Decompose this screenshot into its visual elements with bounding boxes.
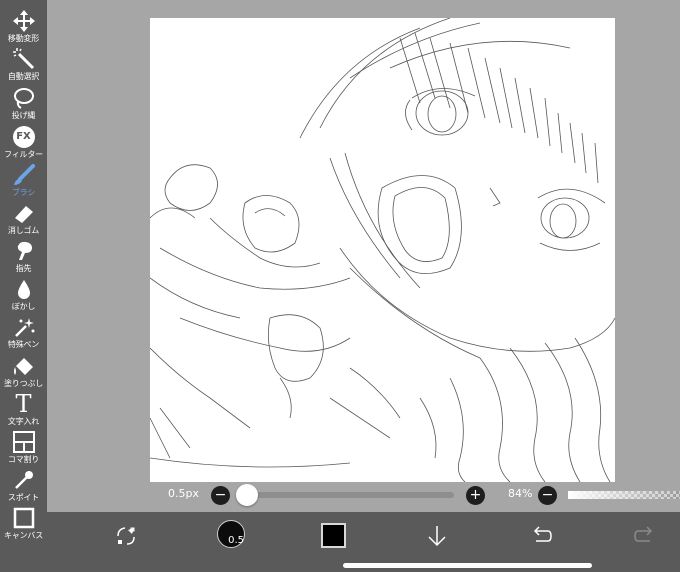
canvas-icon	[12, 506, 36, 530]
magic-wand-icon	[12, 47, 36, 71]
zoom-level-label: 84%	[508, 487, 533, 500]
brush-size-value: 0.5	[228, 535, 244, 546]
color-swatch-button[interactable]	[321, 523, 346, 548]
tool-filter[interactable]: FX フィルター	[0, 124, 47, 162]
opacity-slider[interactable]	[568, 491, 680, 499]
brush-size-increase-button[interactable]: +	[466, 486, 485, 505]
drawing-canvas[interactable]	[150, 18, 615, 482]
swap-color-icon[interactable]	[114, 524, 138, 548]
tool-fill[interactable]: 塗りつぶし	[0, 353, 47, 391]
tool-lasso[interactable]: 投げ縄	[0, 85, 47, 123]
tool-label: 消しゴム	[7, 226, 40, 235]
tool-label: 文字入れ	[7, 417, 40, 426]
brush-size-label: 0.5px	[168, 487, 199, 500]
tool-text[interactable]: T 文字入れ	[0, 391, 47, 429]
tool-auto-select[interactable]: 自動選択	[0, 46, 47, 84]
left-toolbar: 移動変形 自動選択 投げ縄 FX フィルター ブラシ 消しゴム 指先 ぼかし 特…	[0, 0, 47, 572]
smudge-finger-icon	[12, 239, 36, 263]
eyedropper-icon	[12, 468, 36, 492]
brush-size-slider-knob[interactable]	[236, 484, 258, 506]
tool-canvas[interactable]: キャンバス	[0, 505, 47, 543]
tool-smudge[interactable]: 指先	[0, 238, 47, 276]
tool-eyedropper[interactable]: スポイト	[0, 467, 47, 505]
lasso-icon	[12, 86, 36, 110]
redo-icon[interactable]	[634, 525, 656, 547]
tool-eraser[interactable]: 消しゴム	[0, 200, 47, 238]
tool-move-transform[interactable]: 移動変形	[0, 8, 47, 46]
brush-size-button[interactable]: 0.5	[217, 520, 245, 548]
bucket-fill-icon	[12, 354, 36, 378]
zoom-out-button[interactable]: −	[538, 486, 557, 505]
brush-size-slider-track[interactable]	[247, 492, 454, 498]
undo-icon[interactable]	[530, 525, 552, 547]
tool-label: ぼかし	[11, 302, 36, 311]
layer-down-arrow-icon[interactable]	[426, 524, 448, 548]
tool-blur[interactable]: ぼかし	[0, 276, 47, 314]
tool-label: フィルター	[4, 150, 43, 159]
sketch-artwork	[150, 18, 615, 482]
special-pen-icon	[12, 315, 36, 339]
tool-label: 指先	[15, 264, 32, 273]
blur-drop-icon	[12, 277, 36, 301]
tool-frame-divider[interactable]: コマ割り	[0, 429, 47, 467]
tool-label: 自動選択	[7, 72, 40, 81]
frame-divider-icon	[12, 430, 36, 454]
tool-special-pen[interactable]: 特殊ペン	[0, 314, 47, 352]
tool-label: ブラシ	[11, 188, 36, 197]
move-arrows-icon	[12, 9, 36, 33]
tool-label: コマ割り	[7, 455, 40, 464]
tool-label: 移動変形	[7, 34, 40, 43]
text-icon: T	[15, 390, 32, 418]
tool-label: スポイト	[7, 493, 40, 502]
tool-label: キャンバス	[4, 531, 43, 540]
tool-label: 投げ縄	[11, 111, 36, 120]
tool-label: 塗りつぶし	[3, 379, 44, 388]
eraser-icon	[12, 201, 36, 225]
tool-brush[interactable]: ブラシ	[0, 162, 47, 200]
home-indicator	[343, 563, 592, 568]
brush-icon	[12, 163, 36, 187]
fx-icon: FX	[12, 125, 36, 149]
brush-size-decrease-button[interactable]: −	[211, 486, 230, 505]
tool-label: 特殊ペン	[7, 340, 40, 349]
